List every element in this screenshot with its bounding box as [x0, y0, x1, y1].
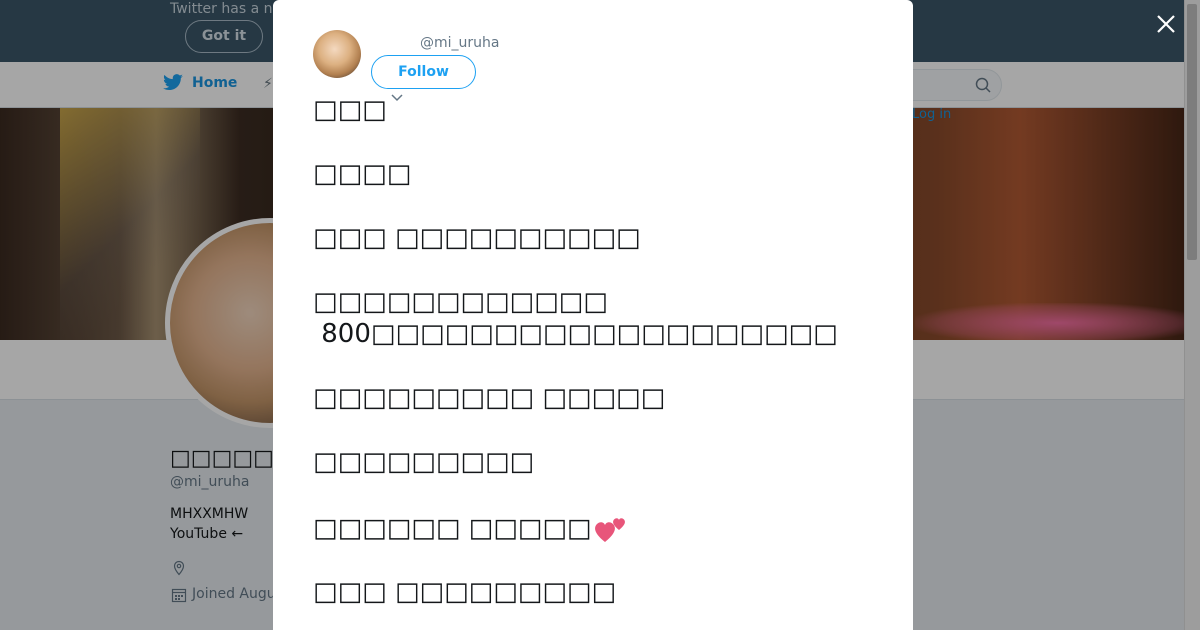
- two-hearts-icon: [595, 518, 626, 542]
- tweet-line: □□□□□□□□□ □□□□□: [313, 383, 666, 413]
- tweet-line: □□□□: [313, 159, 412, 189]
- author-avatar[interactable]: [313, 30, 361, 78]
- tweet-line: □□□ □□□□□□□□□□: [313, 223, 641, 253]
- tweet-line: 800□□□□□□□□□□□□□□□□□□□: [313, 319, 838, 349]
- tweet-line: □□□□□□□□□: [313, 447, 535, 477]
- close-icon[interactable]: [1152, 10, 1180, 38]
- tweet-modal: @mi_uruha Follow □□□ □□□□ □□□ □□□□□□□□□□…: [273, 0, 913, 630]
- tweet-line-with-emoji: □□□□□□ □□□□□: [313, 512, 629, 546]
- follow-button[interactable]: Follow: [371, 55, 476, 89]
- author-handle[interactable]: @mi_uruha: [420, 35, 499, 51]
- chevron-down-icon[interactable]: [390, 93, 404, 103]
- tweet-line-text: □□□□□□ □□□□□: [313, 513, 592, 544]
- tweet-line: □□□□□□□□□□□□: [313, 287, 608, 317]
- tweet-line: □□□ □□□□□□□□□: [313, 577, 617, 607]
- tweet-line: □□□: [313, 95, 387, 125]
